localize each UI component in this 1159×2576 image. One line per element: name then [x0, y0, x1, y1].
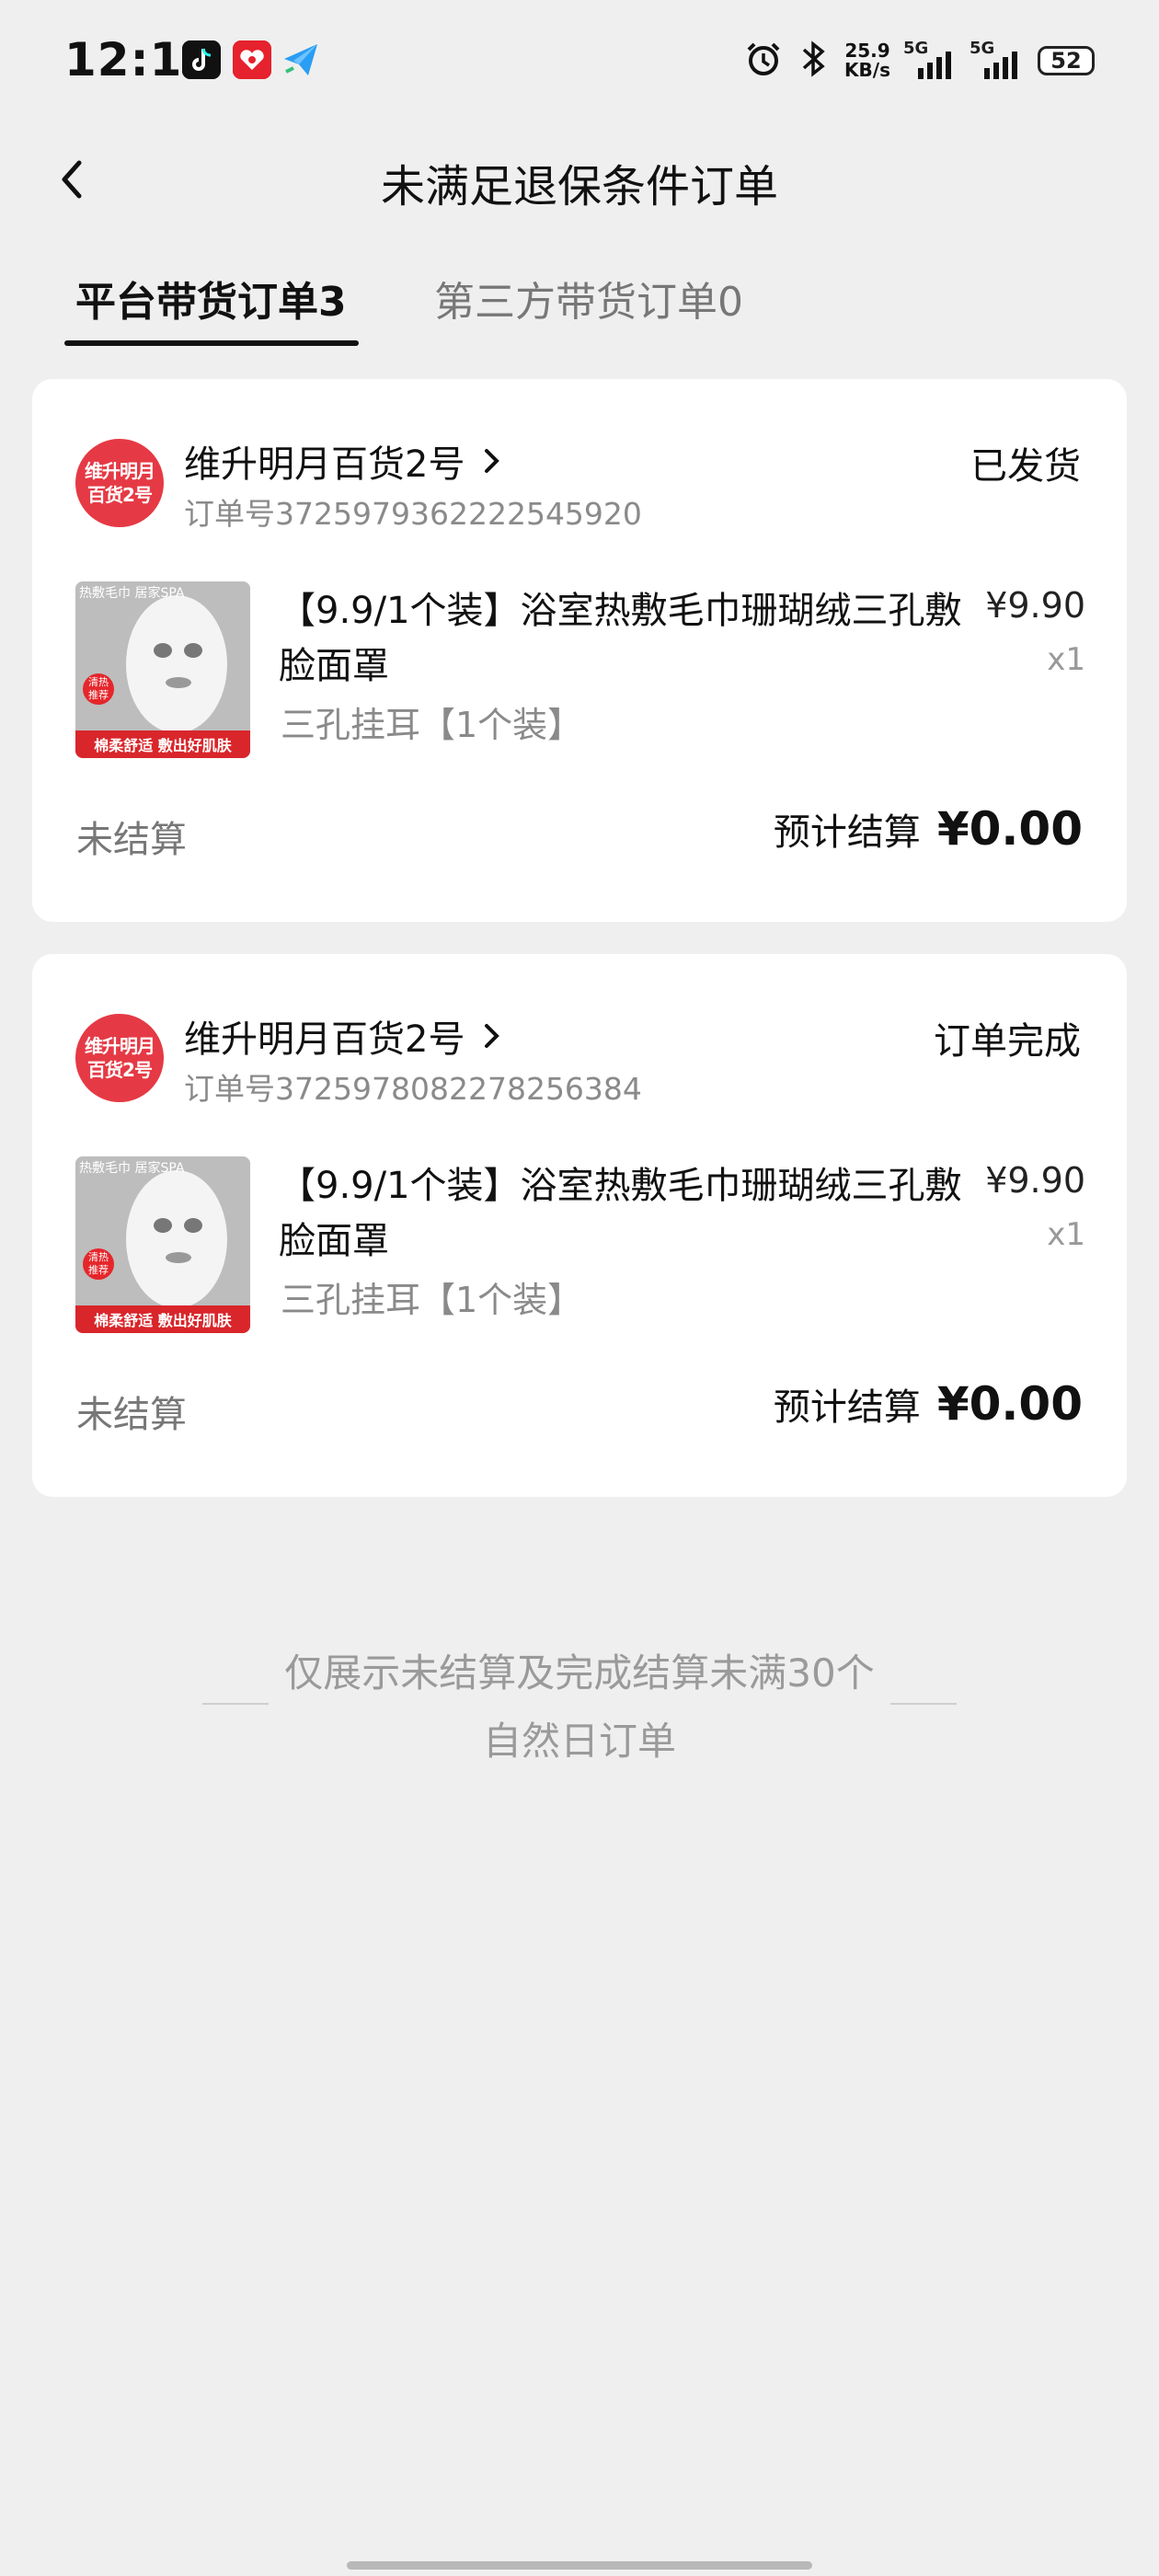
footer-note: 仅展示未结算及完成结算未满30个自然日订单 [284, 1650, 875, 1764]
estimated-settlement: 预计结算 ¥0.00 [774, 1377, 1083, 1431]
product-quantity: x1 [1047, 1216, 1085, 1253]
estimated-settlement-amount: ¥0.00 [936, 1377, 1083, 1431]
bluetooth-icon [798, 39, 830, 83]
product-title: 【9.9/1个装】浴室热敷毛巾珊瑚绒三孔敷脸面罩 [279, 590, 962, 687]
divider [890, 1703, 957, 1705]
product-quantity: x1 [1047, 641, 1085, 678]
settlement-status: 未结算 [76, 819, 187, 861]
product-price: ¥9.90 [985, 1160, 1085, 1201]
page-header: 未满足退保条件订单 [0, 120, 1159, 239]
shop-name: 维升明月百货2号 [184, 1018, 465, 1061]
estimated-settlement-label: 预计结算 [773, 811, 921, 854]
home-indicator[interactable] [347, 2561, 812, 2570]
product-spec: 三孔挂耳【1个装】 [281, 1280, 583, 1320]
shop-link[interactable]: 维升明月百货2号 [184, 434, 505, 488]
order-status: 已发货 [970, 445, 1081, 488]
chevron-right-icon [485, 449, 500, 473]
estimated-settlement-amount: ¥0.00 [936, 802, 1083, 856]
tab-third-party-orders[interactable]: 第三方带货订单0 [434, 269, 743, 328]
net-speed: 25.9 KB/s [844, 40, 890, 81]
tab-bar: 平台带货订单3 第三方带货订单0 [0, 248, 1159, 350]
tab-platform-orders[interactable]: 平台带货订单3 [75, 269, 347, 328]
gift-icon [233, 40, 271, 79]
product-price: ¥9.90 [985, 585, 1085, 626]
shop-link[interactable]: 维升明月百货2号 [184, 1009, 505, 1063]
status-bar: 12:17 25.9 KB/s 5G 5G 52 [0, 0, 1159, 120]
shop-avatar: 维升明月 百货2号 [75, 1014, 164, 1102]
battery-icon: 52 [1038, 46, 1095, 75]
product-title: 【9.9/1个装】浴室热敷毛巾珊瑚绒三孔敷脸面罩 [279, 1165, 962, 1262]
estimated-settlement-label: 预计结算 [773, 1386, 921, 1429]
estimated-settlement: 预计结算 ¥0.00 [774, 802, 1083, 856]
send-icon [281, 40, 319, 79]
status-icons: 25.9 KB/s 5G 5G 52 [743, 37, 1095, 85]
order-status: 订单完成 [934, 1020, 1081, 1063]
alarm-icon [743, 39, 784, 83]
product-thumbnail[interactable]: 热敷毛巾 居家SPA 清热 推荐 棉柔舒适 敷出好肌肤 [75, 1156, 250, 1333]
tab-active-indicator [64, 340, 359, 346]
divider [202, 1703, 269, 1705]
settlement-status: 未结算 [76, 1394, 187, 1436]
order-number: 订单号3725978082278256384 [184, 1071, 642, 1107]
chevron-right-icon [485, 1024, 500, 1048]
signal-icon: 5G [903, 39, 957, 79]
signal-icon: 5G [970, 39, 1023, 79]
order-card[interactable]: 维升明月 百货2号 维升明月百货2号 订单号372597936222254592… [32, 379, 1127, 922]
product-spec: 三孔挂耳【1个装】 [281, 705, 583, 745]
order-number: 订单号3725979362222545920 [184, 496, 642, 532]
page-title: 未满足退保条件订单 [380, 161, 778, 213]
product-thumbnail[interactable]: 热敷毛巾 居家SPA 清热 推荐 棉柔舒适 敷出好肌肤 [75, 581, 250, 758]
shop-avatar: 维升明月 百货2号 [75, 439, 164, 527]
order-card[interactable]: 维升明月 百货2号 维升明月百货2号 订单号372597808227825638… [32, 954, 1127, 1497]
shop-name: 维升明月百货2号 [184, 443, 465, 486]
tiktok-icon [182, 40, 221, 79]
